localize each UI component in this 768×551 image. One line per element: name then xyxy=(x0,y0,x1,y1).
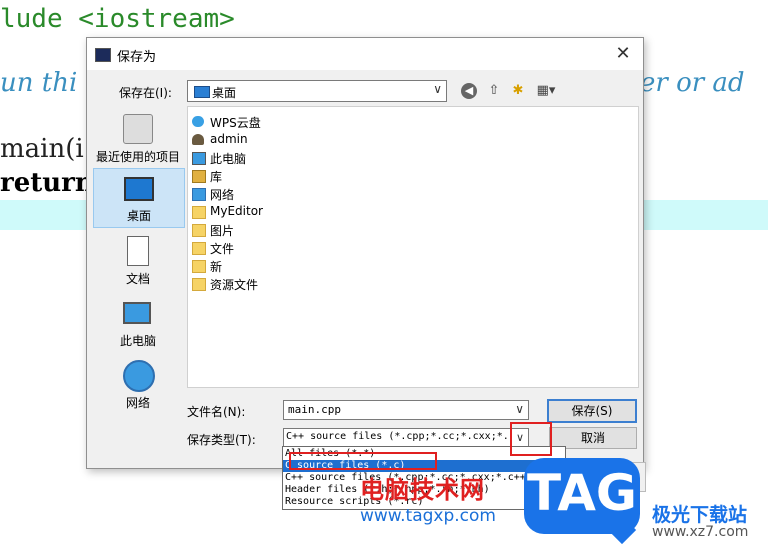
this-pc-icon xyxy=(123,302,151,324)
watermark-cn-text: 电脑技术网 xyxy=(360,476,485,504)
place-label: 最近使用的项目 xyxy=(95,150,180,164)
file-name-value: main.cpp xyxy=(288,403,341,416)
file-type-value: C++ source files (*.cpp;*.cc;*.cxx;*. xyxy=(286,431,509,442)
place-network[interactable]: 网络 xyxy=(93,356,183,414)
folder-icon xyxy=(192,260,206,273)
save-as-dialog: 保存为 ✕ 保存在(I): 桌面 ∨ ◀ ⇧ ✱ ▦▾ 最近使用的项目 桌面 文… xyxy=(86,37,644,469)
file-type-label: 保存类型(T): xyxy=(187,433,256,447)
file-list[interactable]: WPS云盘 admin 此电脑 库 网络 MyEditor 图片 文件 新 资源… xyxy=(187,106,639,388)
code-line-return: return xyxy=(0,168,94,198)
cloud-icon xyxy=(192,116,204,127)
code-line-comment-tail: er or ad xyxy=(640,68,745,98)
annotation-box-arrow xyxy=(510,422,552,456)
desktop-small-icon xyxy=(194,86,210,98)
place-label: 桌面 xyxy=(126,209,151,223)
save-in-label: 保存在(I): xyxy=(119,86,172,100)
code-line-comment: un thi xyxy=(0,68,78,98)
folder-icon xyxy=(192,278,206,291)
code-line-main: main(i xyxy=(0,134,84,164)
file-name-input[interactable]: main.cpp ∨ xyxy=(283,400,529,420)
file-name-label: 文件名(N): xyxy=(187,405,246,419)
back-icon[interactable]: ◀ xyxy=(461,83,477,99)
site-name-cn: 极光下载站 xyxy=(652,504,748,526)
up-folder-icon[interactable]: ⇧ xyxy=(485,82,503,100)
recent-items-icon xyxy=(123,114,153,144)
close-icon[interactable]: ✕ xyxy=(611,42,635,66)
tag-logo-text: TAG xyxy=(527,464,637,522)
watermark-url: www.tagxp.com xyxy=(360,506,496,526)
desktop-icon xyxy=(124,177,154,201)
network-icon xyxy=(123,360,155,392)
site-url: www.xz7.com xyxy=(652,524,749,540)
folder-icon xyxy=(192,242,206,255)
place-recent-items[interactable]: 最近使用的项目 xyxy=(93,110,183,168)
pc-icon xyxy=(192,152,206,165)
code-line-include: lude <iostream> xyxy=(0,4,235,34)
app-icon xyxy=(95,48,111,62)
network-icon xyxy=(192,188,206,201)
dialog-titlebar: 保存为 ✕ xyxy=(87,38,643,70)
folder-icon xyxy=(192,224,206,237)
place-documents[interactable]: 文档 xyxy=(93,232,183,290)
save-in-value: 桌面 xyxy=(212,86,237,100)
place-desktop[interactable]: 桌面 xyxy=(93,168,185,228)
chevron-down-icon[interactable]: ∨ xyxy=(433,82,442,96)
place-label: 此电脑 xyxy=(119,334,156,348)
view-menu-icon[interactable]: ▦▾ xyxy=(533,82,559,100)
save-in-combobox[interactable]: 桌面 ∨ xyxy=(187,80,447,102)
chevron-down-icon[interactable]: ∨ xyxy=(515,402,524,416)
new-folder-icon[interactable]: ✱ xyxy=(509,82,527,100)
place-this-pc[interactable]: 此电脑 xyxy=(93,294,183,352)
dialog-title: 保存为 xyxy=(117,50,157,65)
folder-icon xyxy=(192,206,206,219)
save-button[interactable]: 保存(S) xyxy=(547,399,637,423)
places-bar: 最近使用的项目 桌面 文档 此电脑 网络 xyxy=(93,110,185,410)
user-icon xyxy=(192,134,204,145)
place-label: 网络 xyxy=(125,396,150,410)
documents-icon xyxy=(127,236,149,266)
tag-logo: TAG xyxy=(524,458,640,534)
annotation-box-option xyxy=(289,452,437,470)
library-icon xyxy=(192,170,206,183)
file-type-select[interactable]: C++ source files (*.cpp;*.cc;*.cxx;*. ∨ xyxy=(283,428,529,448)
place-label: 文档 xyxy=(125,272,150,286)
